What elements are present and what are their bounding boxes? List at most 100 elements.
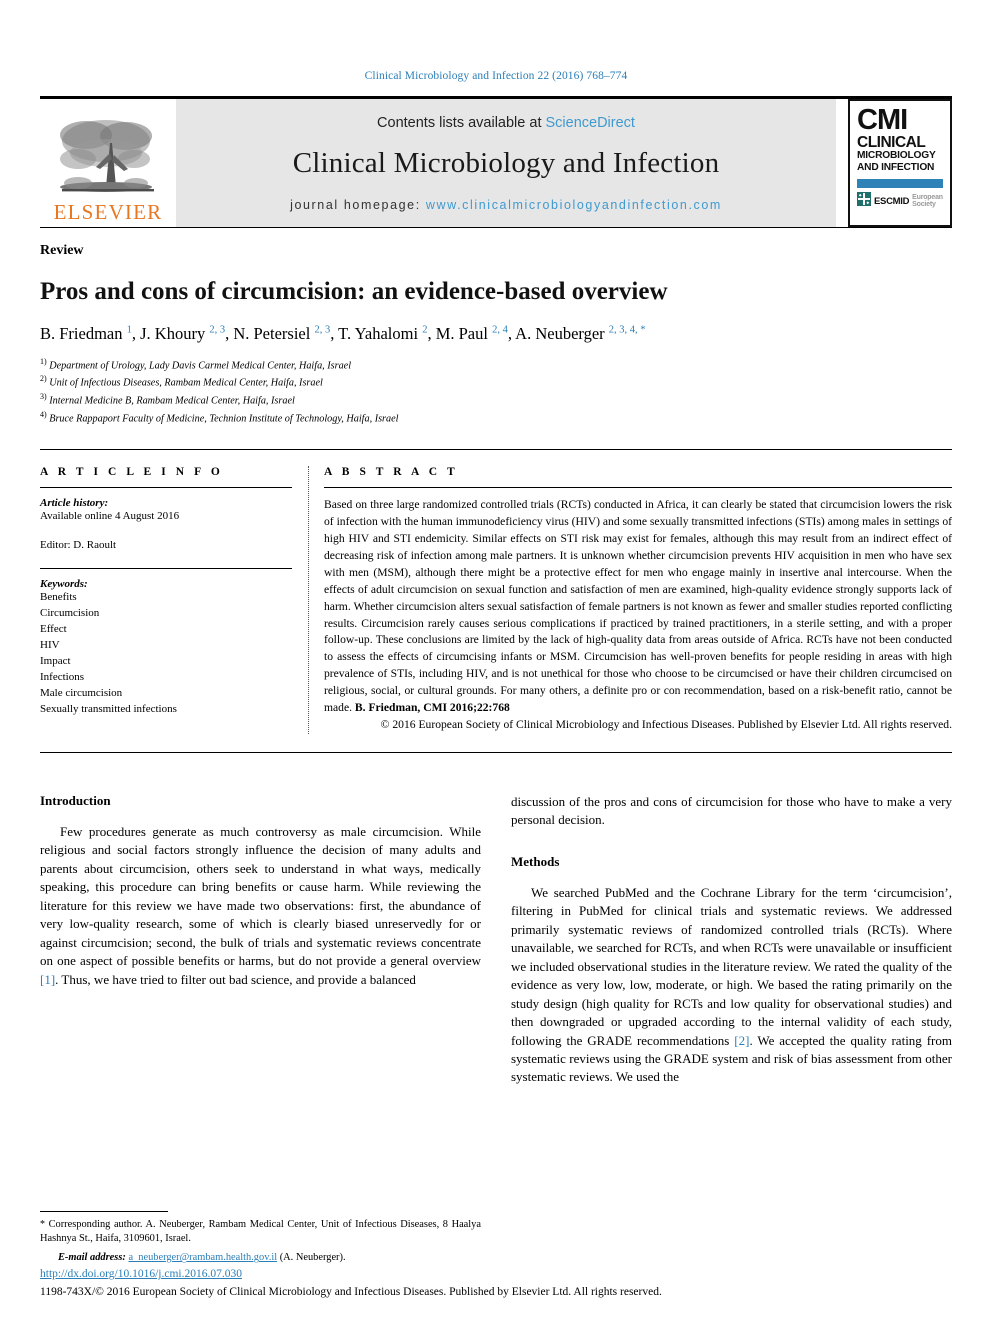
abstract-rule xyxy=(324,487,952,489)
affiliation-marker: 4) xyxy=(40,410,47,420)
email-link[interactable]: a_neuberger@rambam.health.gov.il xyxy=(128,1252,277,1263)
escmid-wordmark: ESCMID xyxy=(874,195,910,207)
cmi-line-and-infection: AND INFECTION xyxy=(857,161,935,173)
contents-available-line: Contents lists available at ScienceDirec… xyxy=(377,115,635,131)
editor-line: Editor: D. Raoult xyxy=(40,539,117,552)
author-affil-marker: 1 xyxy=(126,324,132,336)
section-heading-methods: Methods xyxy=(511,853,560,869)
affiliation-item: 4) Bruce Rappaport Faculty of Medicine, … xyxy=(40,409,952,427)
keyword-item: Male circumcision xyxy=(40,686,123,699)
abstract-heading: A B S T R A C T xyxy=(324,466,459,479)
cmi-acronym: CMI xyxy=(857,104,908,136)
footnote-rule xyxy=(40,1210,168,1212)
keyword-item: HIV xyxy=(40,638,60,651)
corresponding-author-note: * Corresponding author. A. Neuberger, Ra… xyxy=(40,1218,481,1248)
escmid-icon xyxy=(857,191,871,211)
cmi-line-clinical: CLINICAL xyxy=(857,133,926,151)
affiliation-text: Bruce Rappaport Faculty of Medicine, Tec… xyxy=(49,413,399,425)
body-column-left: Introduction Few procedures generate as … xyxy=(40,793,481,1087)
section-heading-introduction: Introduction xyxy=(40,793,111,809)
author-item: J. Khoury 2, 3 xyxy=(140,323,226,343)
article-info-heading: A R T I C L E I N F O xyxy=(40,466,224,479)
cmi-accent-bar xyxy=(857,178,943,188)
introduction-continued: discussion of the pros and cons of circu… xyxy=(511,794,952,828)
cmi-journal-logo: CMI CLINICAL MICROBIOLOGY AND INFECTION xyxy=(848,99,952,227)
email-label: E-mail address: xyxy=(58,1252,126,1264)
methods-paragraph: We searched PubMed and the Cochrane Libr… xyxy=(511,884,952,1087)
author-item: A. Neuberger 2, 3, 4, * xyxy=(515,323,646,343)
page-footer: http://dx.doi.org/10.1016/j.cmi.2016.07.… xyxy=(40,1268,952,1301)
author-list: B. Friedman 1, J. Khoury 2, 3, N. Peters… xyxy=(40,323,646,343)
email-attribution: (A. Neuberger). xyxy=(279,1252,346,1264)
abstract-text: Based on three large randomized controll… xyxy=(324,497,952,717)
email-note: E-mail address: a_neuberger@rambam.healt… xyxy=(40,1251,481,1266)
keyword-item: Circumcision xyxy=(40,606,100,619)
affiliation-item: 2) Unit of Infectious Diseases, Rambam M… xyxy=(40,373,952,391)
corresponding-text: Corresponding author. A. Neuberger, Ramb… xyxy=(40,1218,481,1245)
affiliation-list: 1) Department of Urology, Lady Davis Car… xyxy=(40,356,952,428)
abstract-copyright: © 2016 European Society of Clinical Micr… xyxy=(380,718,952,732)
affiliation-item: 3) Internal Medicine B, Rambam Medical C… xyxy=(40,391,952,409)
issn-copyright-line: 1198-743X/© 2016 European Society of Cli… xyxy=(40,1286,662,1299)
doi-link[interactable]: http://dx.doi.org/10.1016/j.cmi.2016.07.… xyxy=(40,1268,952,1280)
citation-ref-2[interactable]: [2] xyxy=(734,1033,749,1048)
keyword-item: Impact xyxy=(40,654,71,667)
author-item: N. Petersiel 2, 3 xyxy=(233,323,331,343)
affiliation-marker: 2) xyxy=(40,374,47,384)
author-item: M. Paul 2, 4 xyxy=(435,323,508,343)
author-affil-marker: 2, 3 xyxy=(314,324,331,336)
paper-page: Clinical Microbiology and Infection 22 (… xyxy=(0,0,992,1323)
masthead-bottom-rule xyxy=(40,227,952,228)
contents-prefix: Contents lists available at xyxy=(377,114,546,131)
author-affil-marker: 2, 3, 4, * xyxy=(608,324,646,336)
keywords-label: Keywords: xyxy=(40,577,88,590)
author-affil-marker: 2, 3 xyxy=(209,324,226,336)
keyword-item: Benefits xyxy=(40,590,77,603)
info-abstract-divider xyxy=(308,466,310,735)
body-column-right: discussion of the pros and cons of circu… xyxy=(511,793,952,1087)
abstract-column: A B S T R A C T Based on three large ran… xyxy=(324,466,952,734)
abstract-citation: B. Friedman, CMI 2016;22:768 xyxy=(354,701,510,715)
affiliation-text: Internal Medicine B, Rambam Medical Cent… xyxy=(49,395,295,407)
keyword-item: Infections xyxy=(40,670,84,683)
article-info-rule xyxy=(40,487,292,489)
abstract-paragraph: Based on three large randomized controll… xyxy=(324,498,952,715)
article-info-column: A R T I C L E I N F O Article history: A… xyxy=(40,466,308,734)
elsevier-tree-icon xyxy=(56,115,160,201)
affiliation-item: 1) Department of Urology, Lady Davis Car… xyxy=(40,356,952,374)
introduction-text-a: Few procedures generate as much controve… xyxy=(40,824,481,969)
author-item: T. Yahalomi 2 xyxy=(338,323,428,343)
sciencedirect-link[interactable]: ScienceDirect xyxy=(546,115,635,131)
article-type-label: Review xyxy=(40,243,84,258)
journal-title: Clinical Microbiology and Infection xyxy=(292,146,720,179)
methods-text-a: We searched PubMed and the Cochrane Libr… xyxy=(511,884,952,1048)
article-history-value: Available online 4 August 2016 xyxy=(40,510,180,523)
introduction-text-b: . Thus, we have tried to filter out bad … xyxy=(55,971,416,987)
keyword-item: Effect xyxy=(40,622,67,635)
citation-ref-1[interactable]: [1] xyxy=(40,972,55,987)
keyword-item: Sexually transmitted infections xyxy=(40,702,177,715)
author-affil-marker: 2 xyxy=(422,324,428,336)
cmi-line-microbiology: MICROBIOLOGY xyxy=(857,150,936,162)
affiliation-marker: 3) xyxy=(40,392,47,402)
footnote-block: * Corresponding author. A. Neuberger, Ra… xyxy=(40,1210,481,1266)
keywords-rule xyxy=(40,567,292,569)
body-columns: Introduction Few procedures generate as … xyxy=(40,793,952,1087)
escmid-block: ESCMID European Society xyxy=(857,191,943,211)
journal-homepage-link[interactable]: www.clinicalmicrobiologyandinfection.com xyxy=(426,198,722,212)
author-affil-marker: 2, 4 xyxy=(492,324,508,336)
introduction-paragraph: Few procedures generate as much controve… xyxy=(40,823,481,989)
elsevier-wordmark: ELSEVIER xyxy=(53,200,163,224)
article-history-label: Article history: xyxy=(40,497,109,510)
journal-homepage-line: journal homepage: www.clinicalmicrobiolo… xyxy=(290,198,722,212)
affiliation-text: Unit of Infectious Diseases, Rambam Medi… xyxy=(49,377,323,389)
info-abstract-block: A R T I C L E I N F O Article history: A… xyxy=(40,449,952,754)
journal-band: Contents lists available at ScienceDirec… xyxy=(176,99,836,227)
page-title: Pros and cons of circumcision: an eviden… xyxy=(40,278,668,305)
author-item: B. Friedman 1 xyxy=(40,323,132,343)
corresponding-marker: * xyxy=(40,1218,45,1230)
elsevier-logo: ELSEVIER xyxy=(40,99,176,227)
homepage-prefix: journal homepage: xyxy=(290,197,426,212)
escmid-subtitle: European Society xyxy=(912,194,943,209)
